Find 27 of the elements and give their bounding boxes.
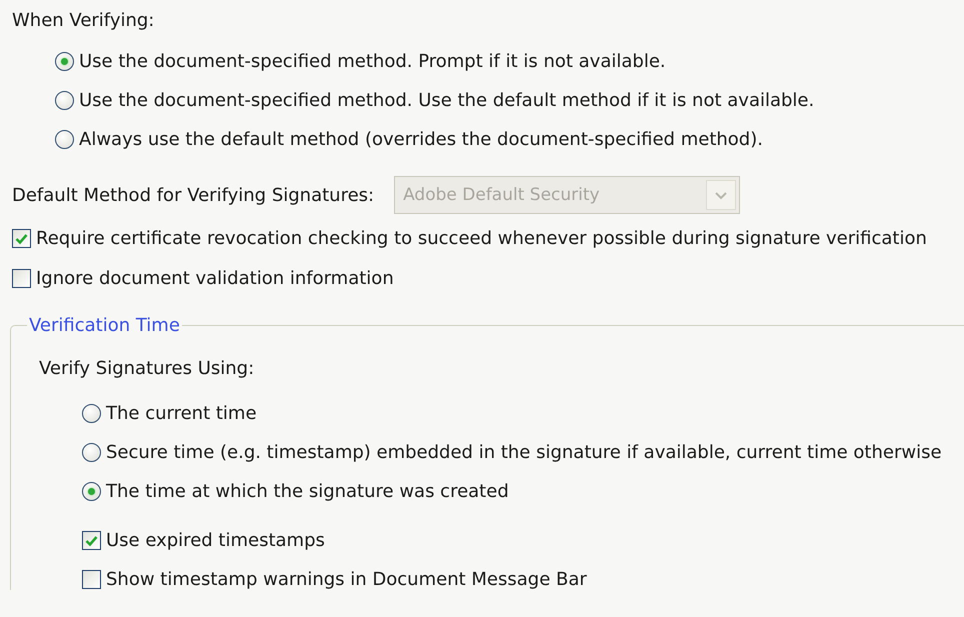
checkbox-option[interactable]: Ignore document validation information [12, 268, 964, 289]
radio-option[interactable]: Use the document-specified method. Prompt if it is not available. [55, 51, 964, 72]
radio-button[interactable] [55, 130, 74, 149]
radio-option[interactable]: Always use the default method (overrides the document-specified method). [55, 129, 964, 150]
group-title: Verification Time [28, 315, 181, 336]
section-heading: When Verifying: [12, 10, 156, 31]
section-heading: Verify Signatures Using: [39, 358, 254, 379]
chevron-down-icon [714, 190, 728, 200]
checkmark-icon [85, 534, 98, 546]
checkbox-option[interactable]: Show timestamp warnings in Document Message Bar [82, 569, 964, 590]
checkbox[interactable] [12, 269, 31, 288]
checkbox-option[interactable]: Use expired timestamps [82, 530, 964, 551]
radio-option[interactable]: Use the document-specified method. Use the default method if it is not available. [55, 90, 964, 111]
radio-option[interactable]: The time at which the signature was created [82, 481, 964, 502]
checkbox[interactable] [12, 229, 31, 248]
checkbox[interactable] [82, 570, 101, 589]
radio-button[interactable] [82, 482, 101, 501]
checkbox-option[interactable]: Require certificate revocation checking to succeed whenever possible during signature verification [12, 228, 964, 249]
field-label: Default Method for Verifying Signatures: [12, 184, 374, 206]
radio-option[interactable]: The current time [82, 403, 964, 424]
checkmark-icon [15, 232, 28, 244]
radio-option[interactable]: Secure time (e.g. timestamp) embedded in the signature if available, current time otherwise [82, 442, 964, 463]
checkbox[interactable] [82, 531, 101, 550]
radio-button[interactable] [55, 52, 74, 71]
radio-button[interactable] [55, 91, 74, 110]
radio-button[interactable] [82, 404, 101, 423]
radio-button[interactable] [82, 443, 101, 462]
